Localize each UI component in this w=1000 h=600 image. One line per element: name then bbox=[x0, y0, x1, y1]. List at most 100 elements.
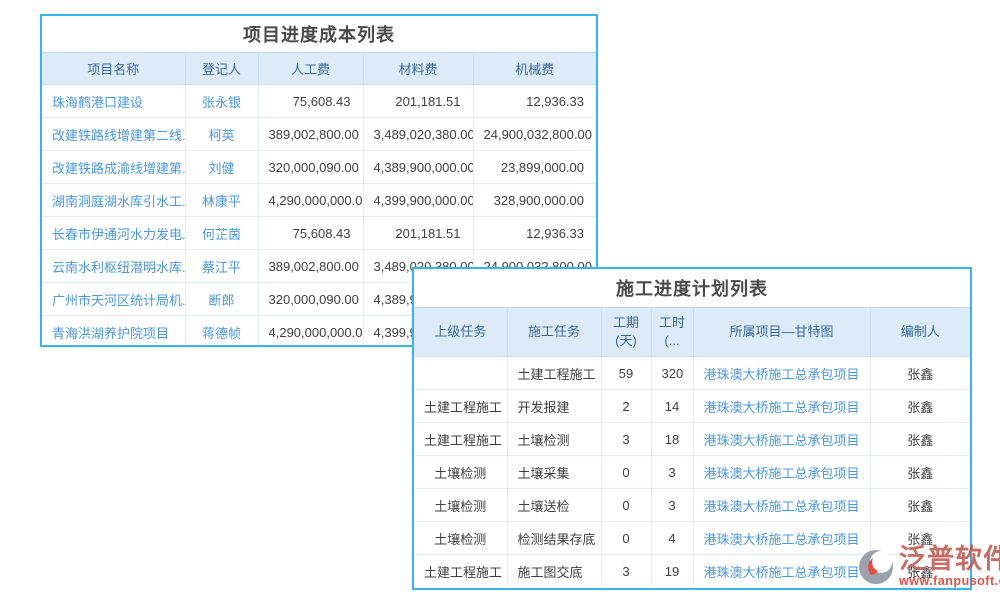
table-row[interactable]: 土壤检测 土壤送检 0 3 港珠澳大桥施工总承包项目 张鑫 bbox=[414, 489, 970, 522]
project-name-link[interactable]: 广州市天河区统计局机... bbox=[42, 283, 185, 316]
machinery-cost-cell: 12,936.33 bbox=[473, 85, 596, 118]
col-project-gantt-header: 所属项目—甘特图 bbox=[693, 308, 870, 357]
fanpu-logo-text: 泛普软件 www.fanpusoft.com bbox=[899, 546, 1000, 588]
duration-cell: 2 bbox=[601, 390, 651, 423]
registrant-cell: 蒋德帧 bbox=[185, 316, 258, 348]
hours-cell: 3 bbox=[651, 489, 693, 522]
machinery-cost-cell: 24,900,032,800.00 bbox=[473, 118, 596, 151]
parent-task-cell: 土建工程施工 bbox=[414, 423, 507, 456]
construction-plan-table-card: 施工进度计划列表 上级任务 施工任务 工期(天) 工时(... 所属项目—甘特图… bbox=[412, 267, 972, 590]
registrant-cell: 柯英 bbox=[185, 118, 258, 151]
parent-task-cell: 土壤检测 bbox=[414, 456, 507, 489]
construction-task-cell: 土壤检测 bbox=[507, 423, 601, 456]
parent-task-cell: 土壤检测 bbox=[414, 522, 507, 555]
duration-cell: 0 bbox=[601, 522, 651, 555]
col-material-cost-header: 材料费 bbox=[363, 53, 473, 85]
table-row[interactable]: 珠海鹤港口建设 张永银 75,608.43 201,181.51 12,936.… bbox=[42, 85, 596, 118]
col-hours-header: 工时(... bbox=[651, 308, 693, 357]
project-cost-table-title: 项目进度成本列表 bbox=[42, 16, 596, 52]
duration-cell: 0 bbox=[601, 456, 651, 489]
labor-cost-cell: 75,608.43 bbox=[258, 217, 363, 250]
labor-cost-cell: 389,002,800.00 bbox=[258, 118, 363, 151]
table-row[interactable]: 土建工程施工 开发报建 2 14 港珠澳大桥施工总承包项目 张鑫 bbox=[414, 390, 970, 423]
material-cost-cell: 4,389,900,000.00 bbox=[363, 151, 473, 184]
project-name-link[interactable]: 青海洪湖养护院项目 bbox=[42, 316, 185, 348]
labor-cost-cell: 320,000,090.00 bbox=[258, 151, 363, 184]
parent-task-cell: 土建工程施工 bbox=[414, 555, 507, 588]
material-cost-cell: 4,399,900,000.00 bbox=[363, 184, 473, 217]
duration-cell: 3 bbox=[601, 555, 651, 588]
labor-cost-cell: 320,000,090.00 bbox=[258, 283, 363, 316]
registrant-cell: 林康平 bbox=[185, 184, 258, 217]
registrant-cell: 蔡江平 bbox=[185, 250, 258, 283]
project-gantt-link[interactable]: 港珠澳大桥施工总承包项目 bbox=[693, 522, 870, 555]
col-author-header: 编制人 bbox=[870, 308, 970, 357]
plan-table-header-row: 上级任务 施工任务 工期(天) 工时(... 所属项目—甘特图 编制人 bbox=[414, 308, 970, 357]
project-name-link[interactable]: 改建铁路线增建第二线... bbox=[42, 118, 185, 151]
project-name-link[interactable]: 珠海鹤港口建设 bbox=[42, 85, 185, 118]
hours-cell: 3 bbox=[651, 456, 693, 489]
duration-cell: 59 bbox=[601, 357, 651, 390]
construction-plan-table-title: 施工进度计划列表 bbox=[414, 269, 970, 307]
col-project-name-header: 项目名称 bbox=[42, 53, 185, 85]
col-registrant-header: 登记人 bbox=[185, 53, 258, 85]
hours-cell: 18 bbox=[651, 423, 693, 456]
table-row[interactable]: 改建铁路线增建第二线... 柯英 389,002,800.00 3,489,02… bbox=[42, 118, 596, 151]
labor-cost-cell: 75,608.43 bbox=[258, 85, 363, 118]
construction-task-cell: 土壤采集 bbox=[507, 456, 601, 489]
project-gantt-link[interactable]: 港珠澳大桥施工总承包项目 bbox=[693, 423, 870, 456]
construction-task-cell: 检测结果存底 bbox=[507, 522, 601, 555]
construction-task-cell: 开发报建 bbox=[507, 390, 601, 423]
col-construction-task-header: 施工任务 bbox=[507, 308, 601, 357]
hours-cell: 4 bbox=[651, 522, 693, 555]
table-row[interactable]: 长春市伊通河水力发电... 何芷茵 75,608.43 201,181.51 1… bbox=[42, 217, 596, 250]
col-labor-cost-header: 人工费 bbox=[258, 53, 363, 85]
fanpu-logo: 泛普软件 www.fanpusoft.com bbox=[856, 546, 1000, 588]
project-gantt-link[interactable]: 港珠澳大桥施工总承包项目 bbox=[693, 390, 870, 423]
project-gantt-link[interactable]: 港珠澳大桥施工总承包项目 bbox=[693, 489, 870, 522]
fanpu-logo-icon bbox=[856, 547, 896, 587]
registrant-cell: 何芷茵 bbox=[185, 217, 258, 250]
col-duration-header: 工期(天) bbox=[601, 308, 651, 357]
table-row[interactable]: 湖南洞庭湖水库引水工... 林康平 4,290,000,000.00 4,399… bbox=[42, 184, 596, 217]
labor-cost-cell: 389,002,800.00 bbox=[258, 250, 363, 283]
table-row[interactable]: 土壤检测 土壤采集 0 3 港珠澳大桥施工总承包项目 张鑫 bbox=[414, 456, 970, 489]
project-gantt-link[interactable]: 港珠澳大桥施工总承包项目 bbox=[693, 456, 870, 489]
construction-plan-table: 上级任务 施工任务 工期(天) 工时(... 所属项目—甘特图 编制人 土建工程… bbox=[414, 307, 970, 587]
project-name-link[interactable]: 改建铁路成渝线增建第... bbox=[42, 151, 185, 184]
col-machinery-cost-header: 机械费 bbox=[473, 53, 596, 85]
author-cell: 张鑫 bbox=[870, 390, 970, 423]
machinery-cost-cell: 23,899,000.00 bbox=[473, 151, 596, 184]
parent-task-cell bbox=[414, 357, 507, 390]
registrant-cell: 刘健 bbox=[185, 151, 258, 184]
labor-cost-cell: 4,290,000,000.00 bbox=[258, 316, 363, 348]
construction-task-cell: 土壤送检 bbox=[507, 489, 601, 522]
fanpu-logo-url: www.fanpusoft.com bbox=[899, 574, 1000, 588]
project-gantt-link[interactable]: 港珠澳大桥施工总承包项目 bbox=[693, 555, 870, 588]
construction-task-cell: 施工图交底 bbox=[507, 555, 601, 588]
project-name-link[interactable]: 湖南洞庭湖水库引水工... bbox=[42, 184, 185, 217]
project-name-link[interactable]: 云南水利枢纽潜明水库... bbox=[42, 250, 185, 283]
labor-cost-cell: 4,290,000,000.00 bbox=[258, 184, 363, 217]
material-cost-cell: 201,181.51 bbox=[363, 85, 473, 118]
table-row[interactable]: 土建工程施工 59 320 港珠澳大桥施工总承包项目 张鑫 bbox=[414, 357, 970, 390]
table-row[interactable]: 土建工程施工 土壤检测 3 18 港珠澳大桥施工总承包项目 张鑫 bbox=[414, 423, 970, 456]
author-cell: 张鑫 bbox=[870, 357, 970, 390]
duration-cell: 3 bbox=[601, 423, 651, 456]
parent-task-cell: 土壤检测 bbox=[414, 489, 507, 522]
material-cost-cell: 3,489,020,380.00 bbox=[363, 118, 473, 151]
author-cell: 张鑫 bbox=[870, 423, 970, 456]
fanpu-logo-name: 泛普软件 bbox=[899, 546, 1000, 573]
registrant-cell: 断郎 bbox=[185, 283, 258, 316]
cost-table-header-row: 项目名称 登记人 人工费 材料费 机械费 bbox=[42, 53, 596, 85]
table-row[interactable]: 改建铁路成渝线增建第... 刘健 320,000,090.00 4,389,90… bbox=[42, 151, 596, 184]
machinery-cost-cell: 328,900,000.00 bbox=[473, 184, 596, 217]
project-gantt-link[interactable]: 港珠澳大桥施工总承包项目 bbox=[693, 357, 870, 390]
author-cell: 张鑫 bbox=[870, 456, 970, 489]
project-name-link[interactable]: 长春市伊通河水力发电... bbox=[42, 217, 185, 250]
construction-task-cell: 土建工程施工 bbox=[507, 357, 601, 390]
col-parent-task-header: 上级任务 bbox=[414, 308, 507, 357]
material-cost-cell: 201,181.51 bbox=[363, 217, 473, 250]
registrant-cell: 张永银 bbox=[185, 85, 258, 118]
duration-cell: 0 bbox=[601, 489, 651, 522]
